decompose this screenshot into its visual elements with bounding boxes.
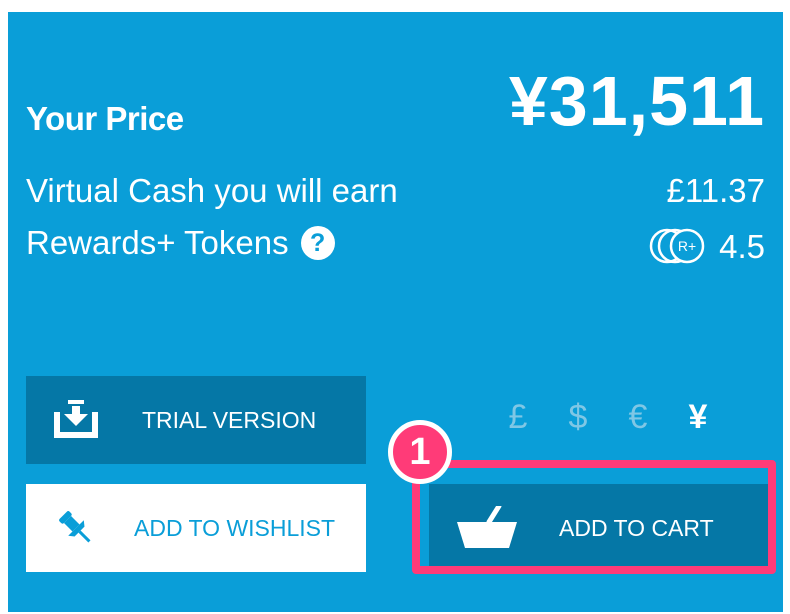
currency-jpy[interactable]: ¥ <box>668 398 728 437</box>
trial-version-button[interactable]: TRIAL VERSION <box>26 376 366 464</box>
step-number-badge: 1 <box>388 420 452 484</box>
product-purchase-panel: Your Price ¥31,511 Virtual Cash you will… <box>8 12 783 612</box>
rewards-tokens-row: Rewards+ Tokens? <box>26 226 335 260</box>
rewards-tokens-value-group: R+ 4.5 <box>649 226 765 266</box>
add-to-cart-button[interactable]: ADD TO CART <box>429 484 769 572</box>
currency-selector: £ $ € ¥ <box>488 398 728 437</box>
help-icon[interactable]: ? <box>300 226 335 260</box>
currency-gbp[interactable]: £ <box>488 398 548 437</box>
add-to-wishlist-button[interactable]: ADD TO WISHLIST <box>26 484 366 572</box>
virtual-cash-label: Virtual Cash you will earn <box>26 172 398 209</box>
rewards-tokens-label: Rewards+ Tokens <box>26 224 289 261</box>
currency-eur[interactable]: € <box>608 398 668 437</box>
rewards-tokens-value: 4.5 <box>719 227 765 265</box>
currency-usd[interactable]: $ <box>548 398 608 437</box>
rewards-token-icon: R+ <box>649 228 705 264</box>
add-to-cart-label: ADD TO CART <box>559 514 714 541</box>
rewards-token-badge-text: R+ <box>678 238 696 254</box>
your-price-label: Your Price <box>26 100 184 137</box>
download-tray-icon <box>54 400 98 438</box>
price-value: ¥31,511 <box>508 62 765 140</box>
pin-icon <box>59 511 91 543</box>
basket-icon <box>457 506 517 548</box>
trial-version-label: TRIAL VERSION <box>142 406 317 433</box>
virtual-cash-value: £11.37 <box>666 172 765 209</box>
add-to-wishlist-label: ADD TO WISHLIST <box>134 514 336 541</box>
